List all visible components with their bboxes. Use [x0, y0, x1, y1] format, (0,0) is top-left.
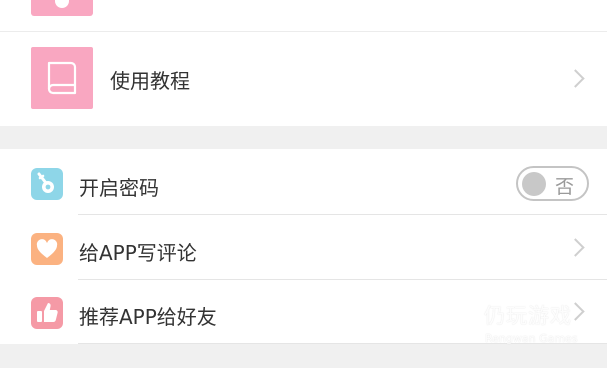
toggle-state-text: 否 — [555, 176, 575, 198]
tutorial-label: 使用教程 — [110, 69, 190, 93]
watermark-title: 仍玩游戏 — [484, 304, 572, 328]
settings-group-top: 使用教程 — [0, 0, 607, 126]
chevron-right-icon — [566, 69, 585, 88]
heart-icon — [31, 0, 93, 16]
book-icon — [31, 47, 93, 109]
heart-icon — [31, 233, 63, 265]
key-icon — [31, 168, 63, 200]
watermark: 仍玩游戏 Rengwan Games — [432, 298, 592, 348]
review-label: 给APP写评论 — [79, 241, 197, 265]
password-row: 开启密码 否 — [0, 151, 607, 215]
watermark-subtitle: Rengwan Games — [485, 332, 578, 345]
tutorial-row[interactable]: 使用教程 — [0, 32, 607, 125]
divider — [78, 214, 607, 215]
watermark-logo-icon — [436, 304, 474, 340]
password-toggle[interactable]: 否 — [516, 166, 589, 201]
chevron-right-icon — [566, 238, 585, 257]
thumbs-up-icon — [31, 297, 63, 329]
password-label: 开启密码 — [79, 176, 159, 200]
review-row[interactable]: 给APP写评论 — [0, 216, 607, 280]
toggle-knob — [522, 172, 546, 196]
recommend-label: 推荐APP给好友 — [79, 305, 217, 329]
